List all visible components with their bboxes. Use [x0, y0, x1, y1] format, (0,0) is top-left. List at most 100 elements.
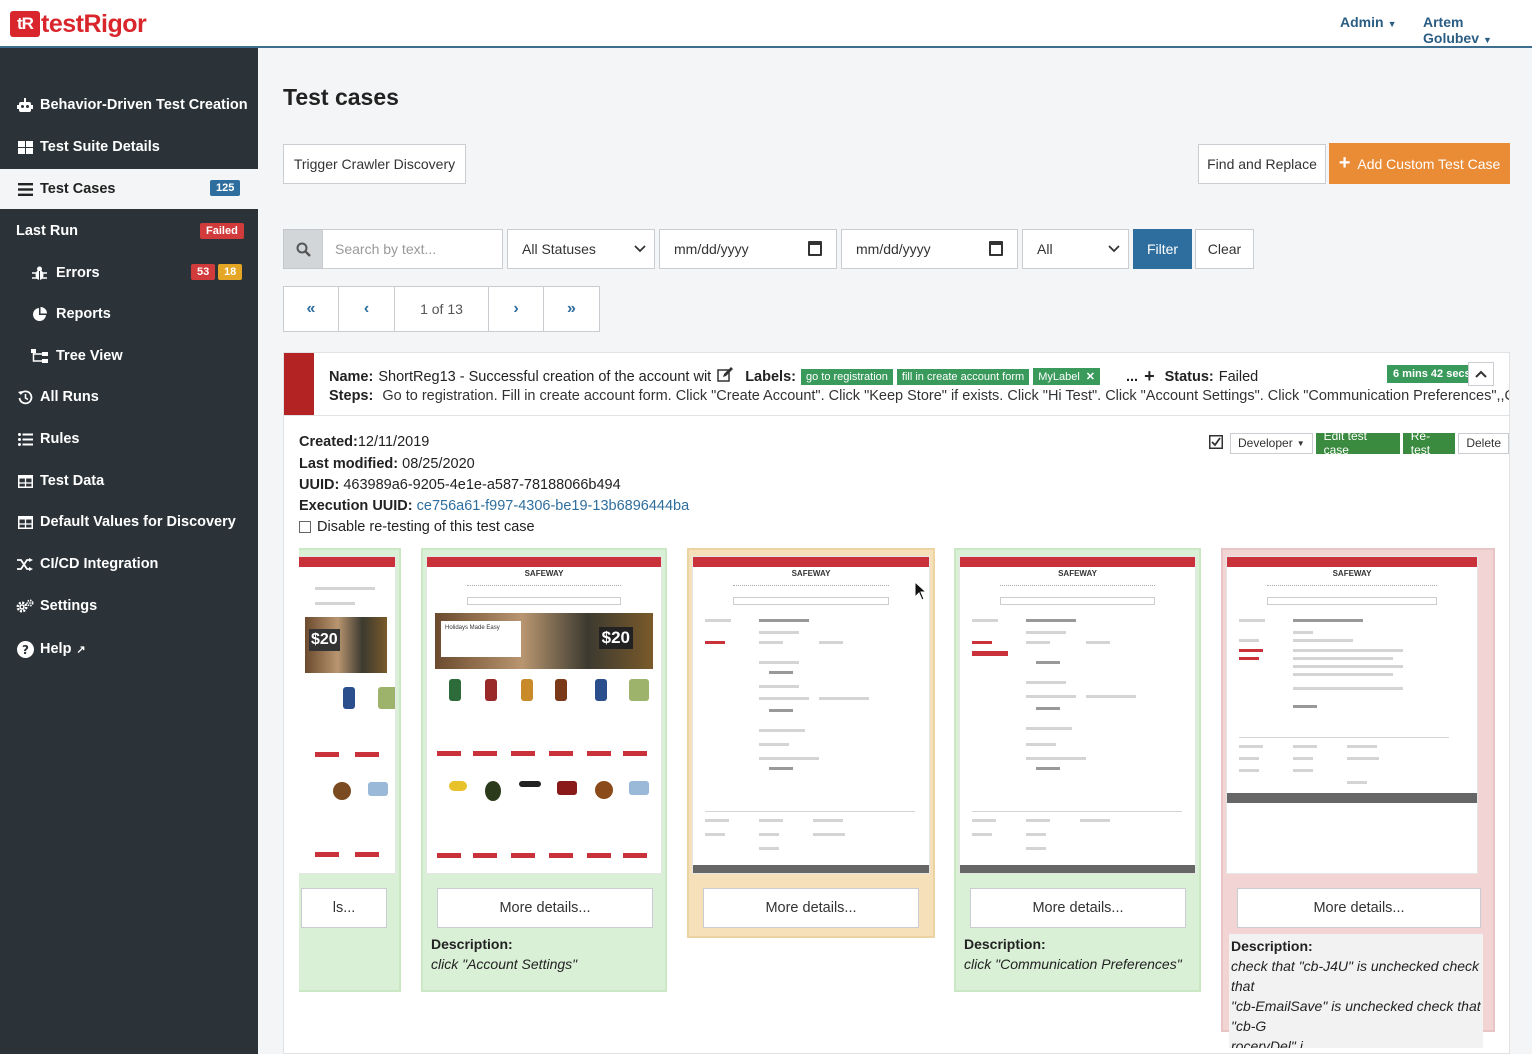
- screenshot-tile: $20 ls...: [299, 548, 401, 992]
- calendar-icon[interactable]: [808, 241, 822, 256]
- admin-menu-label: Admin: [1340, 14, 1384, 30]
- step-screenshot[interactable]: SAFEWAY: [1226, 556, 1478, 874]
- remove-label-icon[interactable]: ✕: [1086, 371, 1095, 383]
- date-to-value: mm/dd/yyyy: [856, 241, 931, 257]
- screenshot-tile: SAFEWAY Holidays Made Easy $20 More deta…: [421, 548, 667, 992]
- label-tag[interactable]: MyLabel ✕: [1033, 368, 1100, 385]
- search-icon: [296, 242, 311, 257]
- sidebar-item-last-run[interactable]: Last Run Failed: [0, 211, 258, 251]
- caret-down-icon: ▼: [1296, 438, 1305, 448]
- svg-text:?: ?: [22, 643, 29, 657]
- disable-retest-label: Disable re-testing of this test case: [317, 519, 535, 535]
- sidebar-item-test-data[interactable]: Test Data: [0, 461, 258, 501]
- find-replace-button[interactable]: Find and Replace: [1198, 144, 1326, 184]
- labels-label: Labels:: [745, 368, 796, 385]
- date-from-input[interactable]: mm/dd/yyyy: [659, 229, 837, 269]
- screenshot-tile: SAFEWAY: [687, 548, 935, 938]
- sidebar-item-default-values[interactable]: Default Values for Discovery: [0, 502, 258, 542]
- status-label: Status:: [1164, 368, 1214, 385]
- caret-down-icon: ▼: [1483, 35, 1492, 45]
- list-icon: [16, 180, 34, 198]
- developer-dropdown[interactable]: Developer ▼: [1230, 432, 1313, 454]
- test-case-actions: Developer ▼ Edit test case Re-test Delete: [1209, 429, 1509, 457]
- calendar-icon[interactable]: [989, 241, 1003, 256]
- next-page-button[interactable]: ›: [488, 286, 544, 332]
- description-more-link[interactable]: ...: [1307, 1038, 1319, 1048]
- search-input[interactable]: Search by text...: [322, 229, 503, 269]
- step-screenshot[interactable]: $20: [299, 556, 396, 874]
- shot-brand: SAFEWAY: [791, 569, 831, 578]
- sidebar-item-label: Last Run: [16, 223, 79, 239]
- type-select-value: All: [1037, 241, 1053, 257]
- logo[interactable]: tR testRigor: [10, 9, 147, 38]
- sidebar-item-tree-view[interactable]: Tree View: [0, 336, 258, 376]
- sidebar-item-bdd[interactable]: Behavior-Driven Test Creation: [0, 85, 258, 125]
- uuid-label: UUID:: [299, 477, 340, 493]
- modified-row: Last modified: 08/25/2020: [299, 456, 475, 472]
- shot-brand: SAFEWAY: [1332, 569, 1372, 578]
- sidebar-item-all-runs[interactable]: All Runs: [0, 377, 258, 417]
- retest-button[interactable]: Re-test: [1402, 429, 1456, 457]
- step-screenshot[interactable]: SAFEWAY: [692, 556, 930, 874]
- collapse-button[interactable]: [1468, 362, 1494, 386]
- date-to-input[interactable]: mm/dd/yyyy: [841, 229, 1018, 269]
- more-details-button[interactable]: More details...: [437, 888, 653, 928]
- sidebar-item-test-suite-details[interactable]: Test Suite Details: [0, 127, 258, 167]
- sidebar-item-rules[interactable]: Rules: [0, 419, 258, 459]
- label-tag[interactable]: fill in create account form: [896, 368, 1030, 385]
- logo-mark: tR: [10, 11, 40, 37]
- sidebar-item-label: All Runs: [40, 389, 99, 405]
- status-select[interactable]: All Statuses: [507, 229, 655, 269]
- sidebar-item-cicd[interactable]: CI/CD Integration: [0, 544, 258, 584]
- prev-page-button[interactable]: ‹: [338, 286, 395, 332]
- user-menu[interactable]: Artem Golubev ▼: [1423, 14, 1532, 46]
- test-case-header[interactable]: Name: ShortReg13 - Successful creation o…: [283, 352, 1510, 416]
- screenshot-tile: SAFEWAY: [954, 548, 1201, 992]
- sidebar-item-settings[interactable]: Settings: [0, 586, 258, 626]
- add-label-icon[interactable]: +: [1144, 366, 1155, 387]
- step-screenshot[interactable]: SAFEWAY Holidays Made Easy $20: [426, 556, 662, 874]
- last-page-button[interactable]: »: [543, 286, 600, 332]
- history-icon: [16, 388, 34, 406]
- search-icon-box[interactable]: [283, 229, 323, 269]
- more-details-button[interactable]: More details...: [703, 888, 919, 928]
- steps-line: Steps: Go to registration. Fill in creat…: [329, 388, 1509, 404]
- sidebar-item-label: Test Cases: [40, 181, 116, 197]
- sidebar-item-reports[interactable]: Reports: [0, 294, 258, 334]
- filter-button[interactable]: Filter: [1133, 229, 1192, 269]
- top-bar: tR testRigor Admin ▼ Artem Golubev ▼: [0, 0, 1532, 48]
- failed-status-strip: [284, 353, 314, 415]
- logo-text: testRigor: [41, 9, 147, 38]
- test-case-status: Failed: [1218, 368, 1259, 385]
- clear-button[interactable]: Clear: [1195, 229, 1254, 269]
- errors-count-badge: 53: [191, 264, 216, 280]
- test-cases-count-badge: 125: [210, 180, 241, 196]
- shuffle-icon: [16, 555, 34, 573]
- add-custom-test-case-button[interactable]: + Add Custom Test Case: [1329, 143, 1510, 184]
- more-details-button[interactable]: More details...: [970, 888, 1186, 928]
- edit-test-case-button[interactable]: Edit test case: [1315, 429, 1400, 457]
- sidebar-item-help[interactable]: ? Help ↗: [0, 629, 258, 669]
- trigger-crawler-button[interactable]: Trigger Crawler Discovery: [283, 144, 466, 184]
- edit-name-icon[interactable]: [717, 367, 734, 386]
- test-case-name: ShortReg13 - Successful creation of the …: [378, 368, 712, 385]
- more-details-button[interactable]: More details...: [1237, 888, 1481, 928]
- type-select[interactable]: All: [1022, 229, 1129, 269]
- sidebar-item-errors[interactable]: Errors 53 18: [0, 253, 258, 293]
- more-labels-ellipsis[interactable]: ...: [1126, 369, 1138, 385]
- select-checkbox[interactable]: [1209, 434, 1223, 452]
- execution-uuid-link[interactable]: ce756a61-f997-4306-be19-13b6896444ba: [417, 498, 690, 514]
- first-page-button[interactable]: «: [283, 286, 339, 332]
- label-tag[interactable]: go to registration: [800, 368, 893, 385]
- step-screenshot[interactable]: SAFEWAY: [959, 556, 1196, 874]
- disable-retest-row[interactable]: Disable re-testing of this test case: [299, 519, 535, 535]
- created-value: 12/11/2019: [357, 434, 430, 450]
- user-menu-label: Artem Golubev: [1423, 14, 1480, 46]
- sidebar-item-test-cases[interactable]: Test Cases 125: [0, 169, 258, 209]
- delete-button[interactable]: Delete: [1458, 432, 1509, 454]
- screenshot-strip: $20 ls... SAFEWAY Holidays Made Easy $20…: [299, 548, 1496, 1048]
- disable-retest-checkbox[interactable]: [299, 521, 311, 534]
- page-indicator: 1 of 13: [394, 286, 489, 332]
- admin-menu[interactable]: Admin ▼: [1340, 14, 1396, 30]
- more-details-button[interactable]: ls...: [301, 888, 387, 928]
